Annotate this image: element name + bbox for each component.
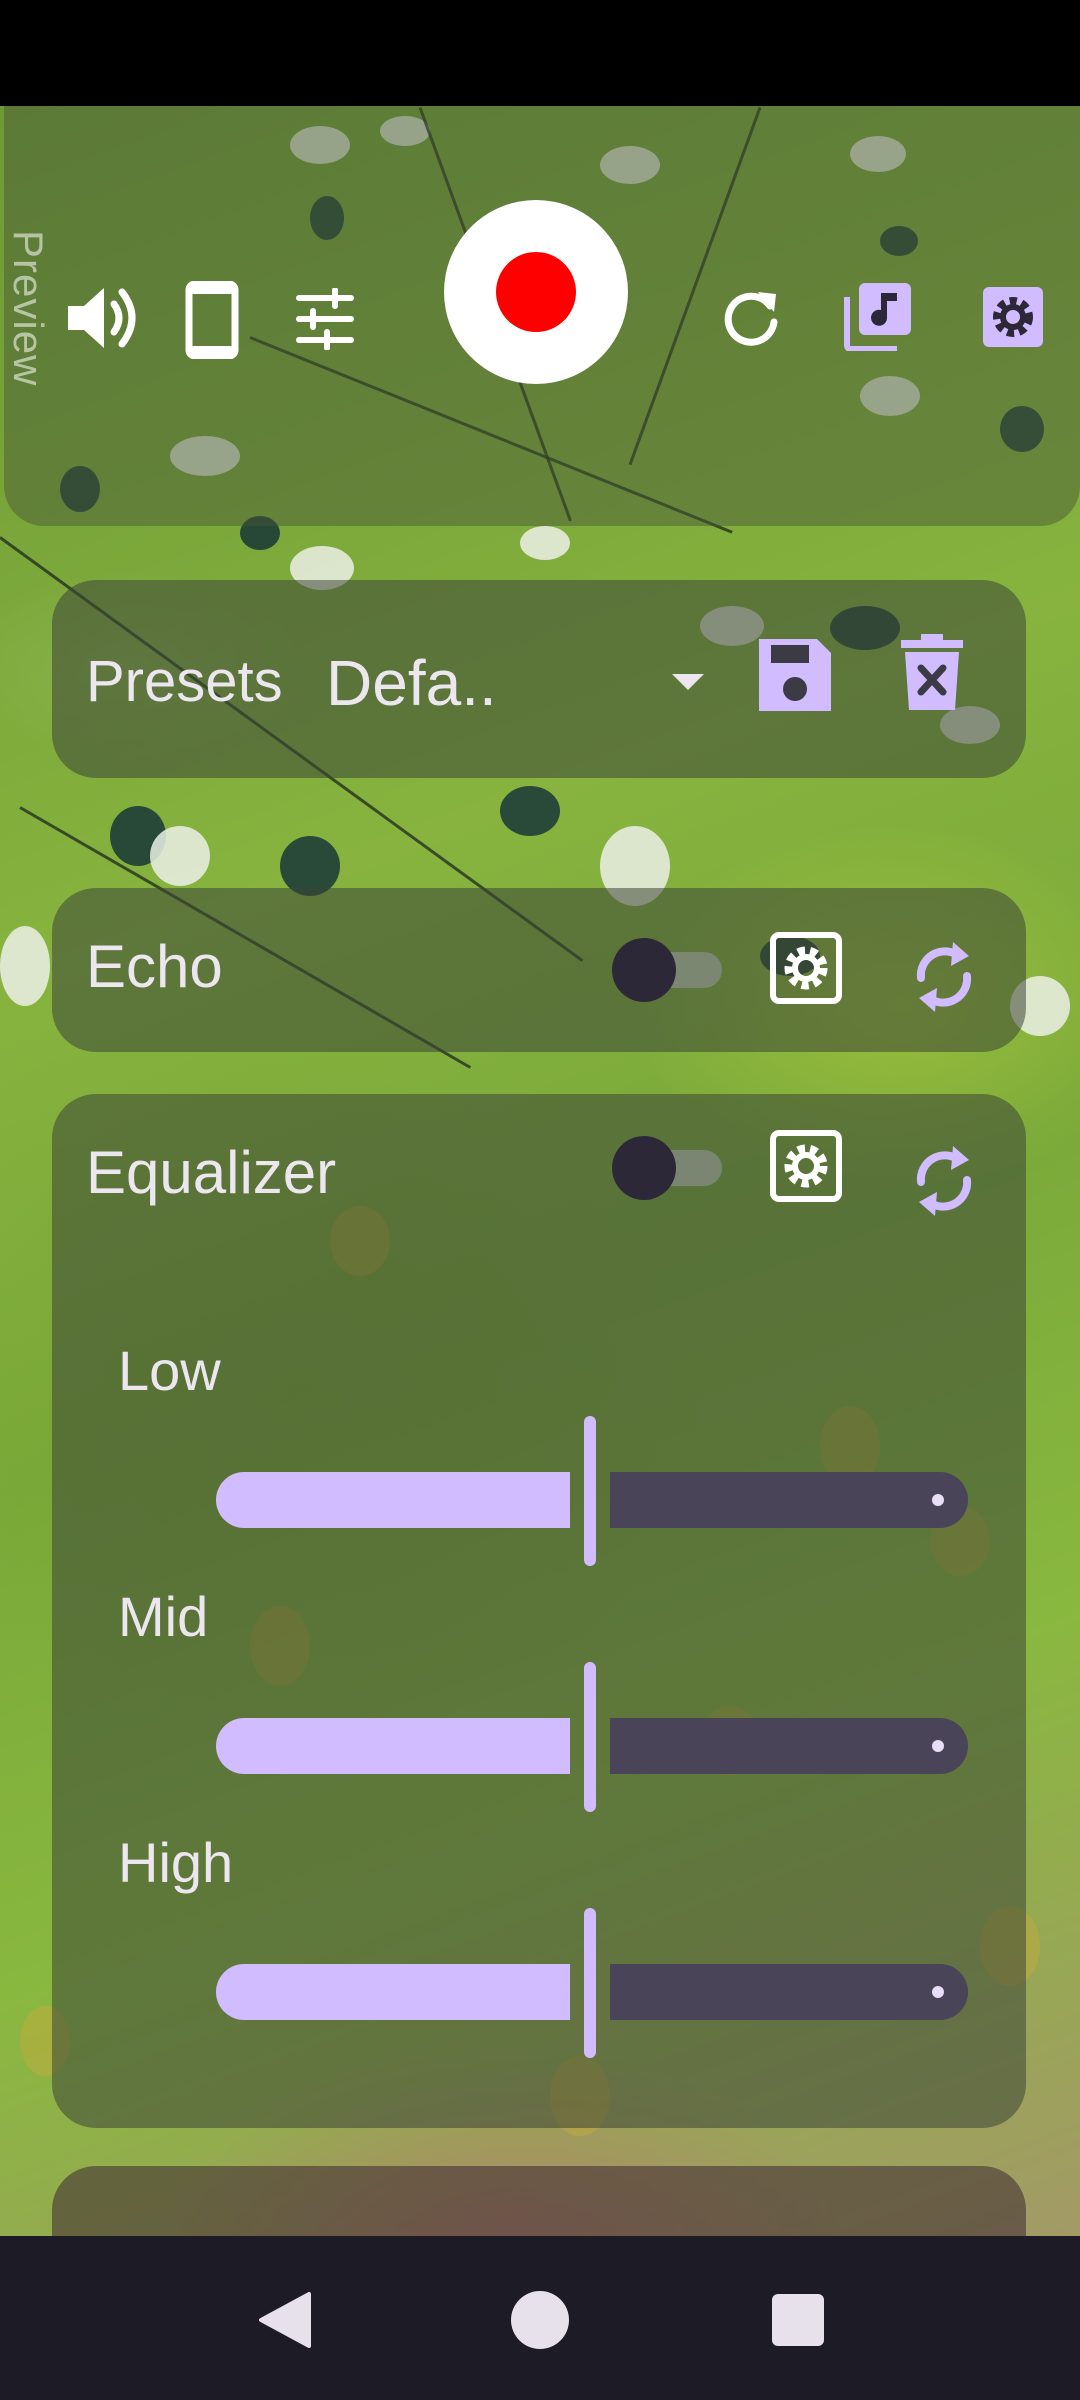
sliders-icon[interactable] (290, 284, 360, 354)
equalizer-reset-button[interactable] (904, 1136, 984, 1226)
settings-icon (770, 1130, 842, 1202)
recents-icon[interactable] (766, 2288, 830, 2352)
record-icon (496, 252, 576, 332)
save-icon (759, 639, 831, 711)
slider-low[interactable] (216, 1416, 968, 1566)
delete-icon (901, 634, 963, 710)
slider-high[interactable] (216, 1908, 968, 2058)
phone-icon[interactable] (180, 280, 244, 360)
speaker-icon[interactable] (62, 276, 146, 360)
refresh-icon[interactable] (716, 282, 786, 352)
presets-card: Presets Defa.. (52, 580, 1026, 778)
band-label-mid: Mid (118, 1585, 209, 1648)
echo-toggle[interactable] (612, 938, 722, 1002)
home-icon[interactable] (508, 2288, 572, 2352)
music-library-icon[interactable] (840, 278, 916, 354)
presets-selected-value: Defa.. (326, 647, 497, 719)
echo-settings-button[interactable] (768, 930, 844, 1006)
next-effect-card (52, 2166, 1026, 2236)
back-icon[interactable] (250, 2288, 320, 2352)
preview-label[interactable]: Preview (4, 230, 52, 386)
settings-icon (770, 932, 842, 1004)
chevron-down-icon (672, 674, 704, 690)
slider-handle[interactable] (584, 1416, 596, 1566)
equalizer-settings-button[interactable] (768, 1128, 844, 1204)
echo-reset-button[interactable] (904, 932, 984, 1022)
slider-handle[interactable] (584, 1662, 596, 1812)
equalizer-title: Equalizer (86, 1139, 337, 1206)
navigation-bar (0, 2236, 1080, 2400)
delete-preset-button[interactable] (892, 630, 972, 714)
presets-label: Presets (86, 649, 283, 714)
band-label-high: High (118, 1831, 234, 1894)
sync-icon (916, 1146, 972, 1216)
band-label-low: Low (118, 1339, 221, 1402)
sync-icon (916, 942, 972, 1012)
slider-mid[interactable] (216, 1662, 968, 1812)
echo-title: Echo (86, 933, 223, 1000)
equalizer-toggle[interactable] (612, 1136, 722, 1200)
status-bar (0, 0, 1080, 106)
presets-dropdown[interactable]: Defa.. (320, 638, 720, 724)
settings-icon[interactable] (978, 282, 1048, 352)
record-button[interactable] (444, 200, 628, 384)
echo-card: Echo (52, 888, 1026, 1052)
equalizer-card: Equalizer Low Mid High (52, 1094, 1026, 2128)
save-preset-button[interactable] (752, 632, 838, 718)
slider-handle[interactable] (584, 1908, 596, 2058)
